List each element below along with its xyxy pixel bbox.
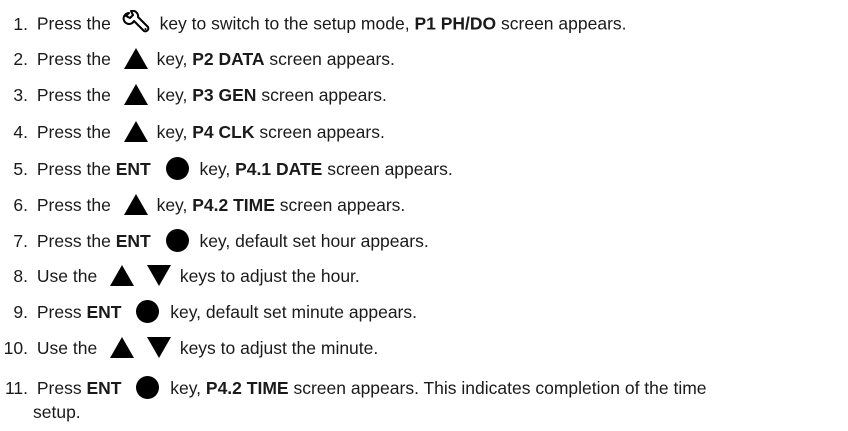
down-arrow-key-icon [146, 264, 171, 286]
step-number: 8. [13, 266, 28, 286]
step-number: 7. [13, 231, 28, 251]
step-number: 1. [13, 13, 28, 34]
step-text: screen appears. [259, 122, 385, 142]
step-text: key, [156, 195, 188, 215]
step-text: Press the [36, 13, 111, 34]
step-text: key, default set hour appears. [199, 231, 429, 251]
step-5: 5. Press the ENT key, P4.1 DATE screen a… [0, 156, 453, 182]
step-text: keys to adjust the hour. [179, 266, 360, 286]
up-arrow-key-icon [123, 83, 148, 105]
screen-name: P4.1 DATE [235, 159, 323, 179]
step-11: 11. Press ENT key, P4.2 TIME screen appe… [0, 375, 707, 401]
step-text: key to switch to the setup mode, [159, 13, 410, 34]
step-number: 5. [13, 159, 28, 179]
enter-key-dot-icon [165, 228, 189, 252]
step-text: Use the [36, 338, 98, 358]
step-number: 10. [3, 338, 28, 358]
step-text: Press the [36, 85, 111, 105]
key-label: ENT [115, 231, 151, 251]
step-number: 11. [4, 378, 28, 398]
key-label: ENT [115, 159, 151, 179]
step-number: 6. [13, 195, 28, 215]
step-text: Press the [36, 195, 111, 215]
screen-name: P4.2 TIME [192, 195, 275, 215]
step-text: Use the [36, 266, 98, 286]
step-number: 3. [13, 85, 28, 105]
up-arrow-key-icon [110, 264, 135, 286]
step-4: 4. Press the key, P4 CLK screen appears. [0, 120, 385, 144]
screen-name: P4 CLK [192, 122, 255, 142]
enter-key-dot-icon [165, 156, 189, 180]
step-text: key, [156, 49, 188, 69]
step-text: Press [36, 302, 82, 322]
screen-name: P3 GEN [192, 85, 257, 105]
up-arrow-key-icon [110, 336, 135, 358]
step-7: 7. Press the ENT key, default set hour a… [0, 228, 429, 254]
step-text: Press the [36, 159, 111, 179]
step-11-continuation: setup. [33, 402, 81, 422]
step-text: Press the [36, 231, 111, 251]
key-label: ENT [86, 302, 122, 322]
step-text: screen appears. [501, 13, 627, 34]
step-text: screen appears. [261, 85, 387, 105]
wrench-icon [122, 10, 149, 33]
step-6: 6. Press the key, P4.2 TIME screen appea… [0, 193, 406, 217]
up-arrow-key-icon [123, 120, 148, 142]
step-2: 2. Press the key, P2 DATA screen appears… [0, 47, 395, 71]
enter-key-dot-icon [136, 375, 160, 399]
step-text: key, [156, 122, 188, 142]
step-text: key, [156, 85, 188, 105]
step-1: 1. Press the key to switch to the setup … [0, 10, 627, 38]
step-number: 9. [13, 302, 28, 322]
screen-name: P2 DATA [192, 49, 265, 69]
screen-name: P4.2 TIME [205, 378, 289, 398]
step-text: screen appears. [269, 49, 395, 69]
step-number: 4. [13, 122, 28, 142]
step-text: Press the [36, 122, 111, 142]
key-label: ENT [86, 378, 122, 398]
enter-key-dot-icon [136, 299, 160, 323]
down-arrow-key-icon [146, 336, 171, 358]
step-text: screen appears. [327, 159, 453, 179]
step-text: Press [36, 378, 82, 398]
step-text: Press the [36, 49, 111, 69]
screen-name: P1 PH/DO [414, 13, 497, 34]
step-text: keys to adjust the minute. [179, 338, 379, 358]
step-text: screen appears. [279, 195, 406, 215]
step-3: 3. Press the key, P3 GEN screen appears. [0, 83, 387, 107]
step-text: screen appears. This indicates completio… [293, 378, 707, 398]
step-text: key, [170, 378, 202, 398]
step-10: 10. Use the keys to adjust the minute. [0, 336, 379, 360]
step-text: key, default set minute appears. [170, 302, 417, 322]
step-text: key, [199, 159, 231, 179]
step-9: 9. Press ENT key, default set minute app… [0, 299, 417, 325]
up-arrow-key-icon [123, 47, 148, 69]
up-arrow-key-icon [123, 193, 148, 215]
step-number: 2. [13, 49, 28, 69]
step-8: 8. Use the keys to adjust the hour. [0, 264, 360, 288]
